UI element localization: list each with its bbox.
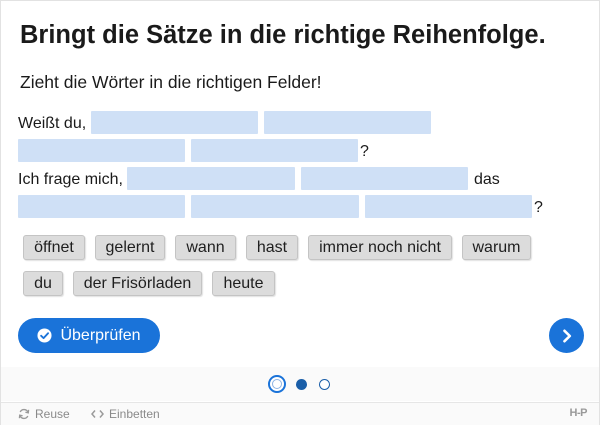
task-instruction: Zieht die Wörter in die richtigen Felder…	[20, 72, 322, 92]
sentence-2-middle: das	[474, 171, 500, 188]
page-dot-1[interactable]	[268, 375, 286, 393]
word-chip[interactable]: heute	[212, 271, 275, 296]
word-chip[interactable]: du	[23, 271, 63, 296]
check-circle-icon	[37, 328, 52, 343]
dropzone-9[interactable]	[365, 195, 532, 218]
progress-bar	[1, 367, 599, 401]
check-button[interactable]: Überprüfen	[18, 318, 160, 353]
sentence-1-end: ?	[360, 143, 369, 160]
dropzone-4[interactable]	[191, 139, 358, 162]
sentence-2-prefix: Ich frage mich,	[18, 171, 123, 188]
embed-link[interactable]: Einbetten	[91, 407, 160, 421]
chevron-right-icon	[560, 329, 574, 343]
dropzone-5[interactable]	[127, 167, 295, 190]
dropzone-6[interactable]	[301, 167, 468, 190]
sentence-1-prefix: Weißt du,	[18, 115, 87, 132]
dropzone-7[interactable]	[18, 195, 185, 218]
dropzone-8[interactable]	[191, 195, 359, 218]
word-chip[interactable]: gelernt	[95, 235, 165, 260]
task-title: Bringt die Sätze in die richtige Reihenf…	[20, 21, 546, 49]
word-chip[interactable]: der Frisörladen	[73, 271, 202, 296]
word-chip[interactable]: wann	[175, 235, 236, 260]
sentence-2-end: ?	[534, 199, 543, 216]
embed-label: Einbetten	[109, 407, 160, 421]
word-chip[interactable]: immer noch nicht	[308, 235, 452, 260]
reuse-icon	[18, 408, 35, 420]
word-chip[interactable]: warum	[462, 235, 531, 260]
dropzone-2[interactable]	[264, 111, 431, 134]
footer: Reuse Einbetten H-P	[1, 402, 599, 425]
page-dot-3[interactable]	[319, 379, 330, 390]
reuse-label: Reuse	[35, 407, 70, 421]
code-icon	[91, 409, 109, 419]
next-button[interactable]	[549, 318, 584, 353]
h5p-logo: H-P	[569, 407, 588, 419]
check-button-label: Überprüfen	[60, 326, 141, 344]
h5p-content-frame: Bringt die Sätze in die richtige Reihenf…	[0, 0, 600, 425]
dropzone-1[interactable]	[91, 111, 258, 134]
dropzone-3[interactable]	[18, 139, 185, 162]
word-chip[interactable]: hast	[246, 235, 298, 260]
page-dot-2[interactable]	[296, 379, 307, 390]
reuse-link[interactable]: Reuse	[18, 407, 70, 421]
word-chip[interactable]: öffnet	[23, 235, 85, 260]
